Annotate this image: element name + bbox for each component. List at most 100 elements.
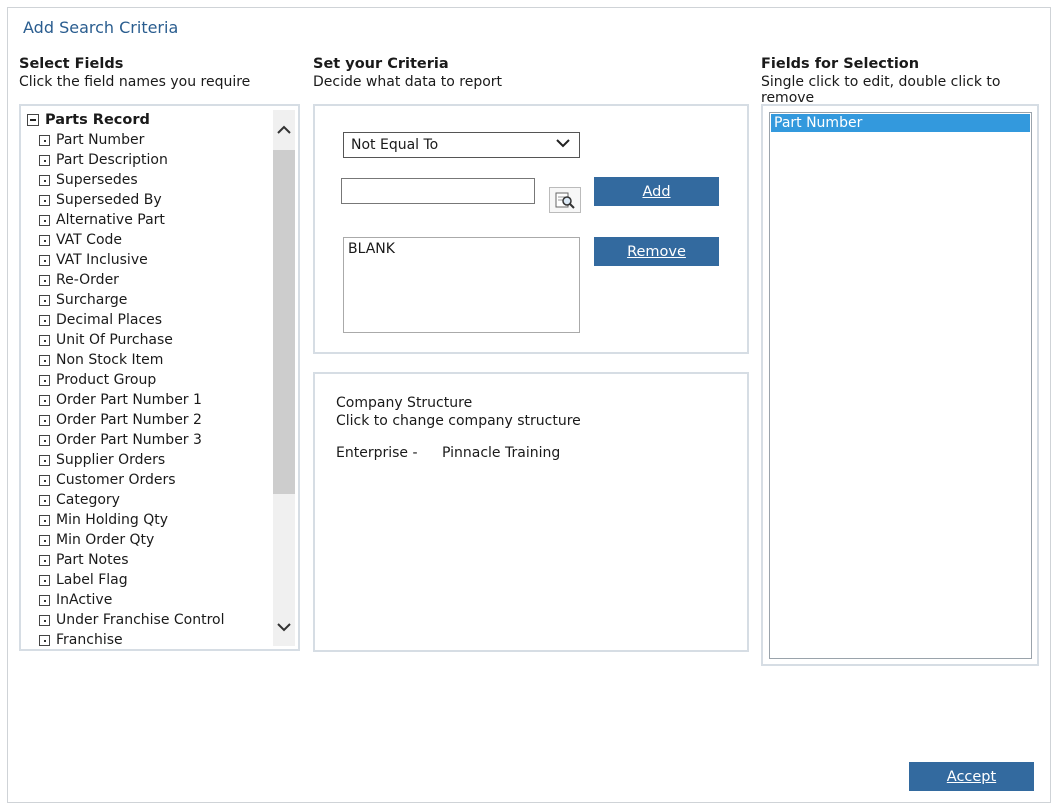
tree-field-label: Min Order Qty bbox=[56, 532, 155, 548]
tree-field-label: InActive bbox=[56, 592, 113, 608]
fields-for-selection-subheading: Single click to edit, double click to re… bbox=[761, 74, 1001, 106]
tree-root-parts-record[interactable]: Parts Record bbox=[27, 110, 275, 130]
tree-field-label: Non Stock Item bbox=[56, 352, 164, 368]
tree-field-item[interactable]: InActive bbox=[27, 590, 275, 610]
field-node-icon bbox=[39, 254, 50, 266]
tree-field-label: Min Holding Qty bbox=[56, 512, 169, 528]
scroll-thumb[interactable] bbox=[273, 150, 295, 494]
scroll-up-button[interactable] bbox=[273, 110, 295, 148]
selected-field-item[interactable]: Part Number bbox=[771, 114, 1030, 132]
field-node-icon bbox=[39, 174, 50, 186]
tree-field-item[interactable]: Alternative Part bbox=[27, 210, 275, 230]
remove-button[interactable]: Remove bbox=[594, 237, 719, 266]
dialog-title: Add Search Criteria bbox=[23, 18, 179, 37]
tree-field-item[interactable]: Re-Order bbox=[27, 270, 275, 290]
tree-field-label: VAT Code bbox=[56, 232, 123, 248]
field-node-icon bbox=[39, 354, 50, 366]
add-button[interactable]: Add bbox=[594, 177, 719, 206]
tree-field-item[interactable]: Part Notes bbox=[27, 550, 275, 570]
collapse-icon[interactable] bbox=[27, 114, 39, 126]
field-node-icon bbox=[39, 494, 50, 506]
tree-field-label: Label Flag bbox=[56, 572, 128, 588]
tree-field-item[interactable]: Superseded By bbox=[27, 190, 275, 210]
field-node-icon bbox=[39, 194, 50, 206]
criteria-value-input[interactable] bbox=[341, 178, 535, 204]
tree-field-label: Part Notes bbox=[56, 552, 129, 568]
tree-field-label: Re-Order bbox=[56, 272, 119, 288]
tree-field-item[interactable]: Non Stock Item bbox=[27, 350, 275, 370]
select-fields-subheading: Click the field names you require bbox=[19, 74, 251, 90]
tree-field-item[interactable]: Surcharge bbox=[27, 290, 275, 310]
tree-field-label: Supersedes bbox=[56, 172, 138, 188]
field-node-icon bbox=[39, 554, 50, 566]
tree-field-item[interactable]: Product Group bbox=[27, 370, 275, 390]
field-node-icon bbox=[39, 474, 50, 486]
tree-field-label: Order Part Number 3 bbox=[56, 432, 202, 448]
tree-field-item[interactable]: Order Part Number 1 bbox=[27, 390, 275, 410]
tree-field-label: Unit Of Purchase bbox=[56, 332, 173, 348]
field-node-icon bbox=[39, 234, 50, 246]
tree-root-label: Parts Record bbox=[45, 112, 150, 128]
field-node-icon bbox=[39, 414, 50, 426]
tree-field-item[interactable]: VAT Inclusive bbox=[27, 250, 275, 270]
field-node-icon bbox=[39, 314, 50, 326]
lookup-button[interactable] bbox=[549, 187, 581, 213]
criteria-value-item[interactable]: BLANK bbox=[348, 241, 575, 257]
tree-field-label: Product Group bbox=[56, 372, 157, 388]
tree-field-item[interactable]: Order Part Number 3 bbox=[27, 430, 275, 450]
selected-fields-list[interactable]: Part Number bbox=[769, 112, 1032, 659]
field-node-icon bbox=[39, 134, 50, 146]
chevron-down-icon bbox=[277, 622, 291, 631]
tree-field-item[interactable]: Label Flag bbox=[27, 570, 275, 590]
tree-field-item[interactable]: Category bbox=[27, 490, 275, 510]
chevron-up-icon bbox=[277, 125, 291, 134]
scroll-down-button[interactable] bbox=[273, 608, 295, 646]
lookup-magnifier-icon bbox=[555, 192, 575, 209]
field-node-icon bbox=[39, 574, 50, 586]
field-tree-panel: Parts Record Part Number Part Description… bbox=[19, 104, 300, 651]
tree-field-item[interactable]: Order Part Number 2 bbox=[27, 410, 275, 430]
tree-field-label: Decimal Places bbox=[56, 312, 163, 328]
field-node-icon bbox=[39, 334, 50, 346]
field-tree: Parts Record Part Number Part Description… bbox=[27, 110, 275, 646]
tree-field-item[interactable]: Min Holding Qty bbox=[27, 510, 275, 530]
tree-field-label: VAT Inclusive bbox=[56, 252, 148, 268]
field-node-icon bbox=[39, 534, 50, 546]
tree-field-label: Part Number bbox=[56, 132, 145, 148]
tree-field-item[interactable]: Part Description bbox=[27, 150, 275, 170]
company-structure-hint: Click to change company structure bbox=[336, 413, 581, 429]
tree-field-label: Category bbox=[56, 492, 120, 508]
tree-field-item[interactable]: VAT Code bbox=[27, 230, 275, 250]
tree-field-item[interactable]: Under Franchise Control bbox=[27, 610, 275, 630]
tree-field-label: Alternative Part bbox=[56, 212, 165, 228]
fields-for-selection-heading: Fields for Selection bbox=[761, 56, 920, 72]
tree-field-item[interactable]: Supersedes bbox=[27, 170, 275, 190]
tree-field-item[interactable]: Customer Orders bbox=[27, 470, 275, 490]
field-node-icon bbox=[39, 294, 50, 306]
tree-field-label: Franchise bbox=[56, 632, 123, 646]
accept-button[interactable]: Accept bbox=[909, 762, 1034, 791]
tree-field-item[interactable]: Part Number bbox=[27, 130, 275, 150]
company-structure-heading: Company Structure bbox=[336, 395, 473, 411]
tree-field-item[interactable]: Unit Of Purchase bbox=[27, 330, 275, 350]
field-node-icon bbox=[39, 154, 50, 166]
tree-scrollbar[interactable] bbox=[273, 110, 295, 646]
tree-field-label: Surcharge bbox=[56, 292, 128, 308]
tree-field-item[interactable]: Franchise bbox=[27, 630, 275, 646]
field-node-icon bbox=[39, 394, 50, 406]
field-node-icon bbox=[39, 594, 50, 606]
operator-select[interactable]: Not Equal To bbox=[343, 132, 580, 158]
field-node-icon bbox=[39, 274, 50, 286]
criteria-values-list[interactable]: BLANK bbox=[343, 237, 580, 333]
tree-field-label: Under Franchise Control bbox=[56, 612, 225, 628]
tree-field-label: Supplier Orders bbox=[56, 452, 166, 468]
operator-select-value: Not Equal To bbox=[351, 137, 439, 153]
tree-field-item[interactable]: Min Order Qty bbox=[27, 530, 275, 550]
tree-field-item[interactable]: Supplier Orders bbox=[27, 450, 275, 470]
field-node-icon bbox=[39, 214, 50, 226]
tree-field-label: Part Description bbox=[56, 152, 168, 168]
tree-field-label: Customer Orders bbox=[56, 472, 176, 488]
tree-field-item[interactable]: Decimal Places bbox=[27, 310, 275, 330]
enterprise-value[interactable]: Pinnacle Training bbox=[442, 445, 560, 461]
select-fields-heading: Select Fields bbox=[19, 56, 124, 72]
